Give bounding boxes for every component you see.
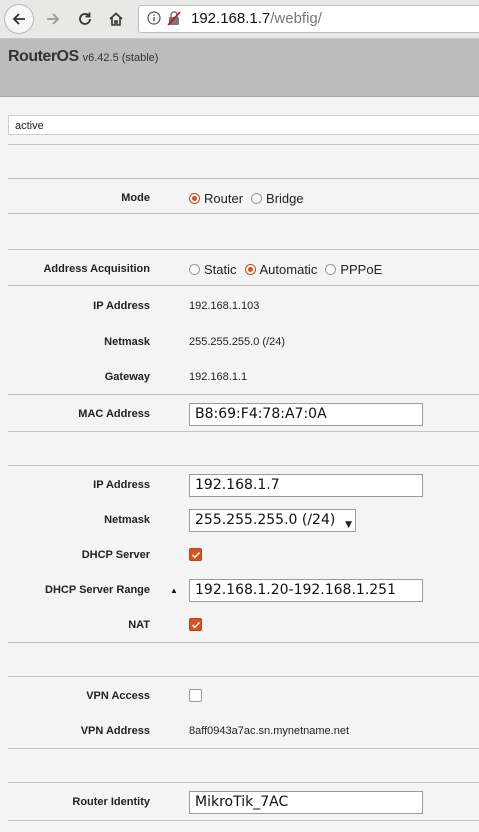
wan-gateway-label: Gateway <box>104 371 150 383</box>
lan-netmask-label: Netmask <box>104 514 150 526</box>
section-divider <box>8 431 479 432</box>
arrow-right-icon <box>47 13 60 25</box>
dhcp-range-input[interactable]: 192.168.1.20-192.168.1.251 <box>189 579 423 602</box>
back-button[interactable] <box>4 4 34 34</box>
acq-automatic-label[interactable]: Automatic <box>260 262 318 277</box>
lan-netmask-selected: 255.255.255.0 (/24) <box>195 512 336 528</box>
wan-ip-value: 192.168.1.103 <box>189 300 260 312</box>
mode-label: Mode <box>121 192 150 204</box>
collapse-triangle-icon[interactable]: ▲ <box>170 586 178 595</box>
insecure-lock-icon <box>167 11 181 26</box>
nat-checkbox[interactable] <box>189 618 202 631</box>
section-divider <box>8 465 479 466</box>
mac-address-label: MAC Address <box>78 408 150 420</box>
wan-netmask-label: Netmask <box>104 336 150 348</box>
mac-address-input[interactable]: B8:69:F4:78:A7:0A <box>189 403 423 426</box>
section-divider <box>8 676 479 677</box>
brand-name: RouterOS <box>8 48 79 65</box>
section-divider <box>8 394 479 395</box>
address-acquisition-label: Address Acquisition <box>43 263 150 275</box>
section-divider <box>8 782 479 783</box>
reload-icon <box>79 12 91 25</box>
section-divider <box>8 144 479 145</box>
dhcp-server-label: DHCP Server <box>81 549 150 561</box>
browser-toolbar: 192.168.1.7/webfig/ <box>0 0 479 39</box>
url-text: 192.168.1.7/webfig/ <box>191 10 322 27</box>
mode-router-radio[interactable] <box>189 193 200 204</box>
section-divider <box>8 820 479 821</box>
mode-bridge-label[interactable]: Bridge <box>266 191 304 206</box>
mode-router-label[interactable]: Router <box>204 191 243 206</box>
status-field: active <box>8 115 479 135</box>
address-bar[interactable]: 192.168.1.7/webfig/ <box>138 5 479 33</box>
dhcp-range-label: DHCP Server Range <box>45 584 150 596</box>
app-title: RouterOS v6.42.5 (stable) <box>8 48 158 66</box>
home-icon <box>109 12 123 26</box>
reload-button[interactable] <box>70 4 100 34</box>
forward-button[interactable] <box>38 4 68 34</box>
vpn-address-value: 8aff0943a7ac.sn.mynetname.net <box>189 725 350 737</box>
dhcp-server-checkbox[interactable] <box>189 548 202 561</box>
dropdown-arrow-icon: ▼ <box>345 520 352 530</box>
acq-static-radio[interactable] <box>189 264 200 275</box>
arrow-left-icon <box>12 13 25 25</box>
info-icon[interactable] <box>147 11 161 25</box>
section-divider <box>8 642 479 643</box>
section-divider <box>8 249 479 250</box>
wan-ip-label: IP Address <box>93 300 150 312</box>
lan-ip-label: IP Address <box>93 479 150 491</box>
acq-automatic-radio[interactable] <box>244 264 256 275</box>
section-divider <box>8 748 479 749</box>
acq-pppoe-label[interactable]: PPPoE <box>340 262 382 277</box>
address-acquisition-radio-group: Static Automatic PPPoE <box>189 262 390 277</box>
section-divider <box>8 285 479 286</box>
section-divider <box>8 213 479 214</box>
vpn-address-label: VPN Address <box>80 725 150 737</box>
lan-netmask-select[interactable]: 255.255.255.0 (/24) ▼ <box>189 509 356 532</box>
mode-radio-group: Router Bridge <box>189 191 312 206</box>
router-identity-label: Router Identity <box>72 796 150 808</box>
url-path: /webfig/ <box>270 10 322 27</box>
lan-ip-input[interactable]: 192.168.1.7 <box>189 474 423 497</box>
acq-pppoe-radio[interactable] <box>325 264 337 275</box>
nat-label: NAT <box>128 619 150 631</box>
acq-static-label[interactable]: Static <box>204 262 237 277</box>
routeros-header: RouterOS v6.42.5 (stable) <box>0 39 479 97</box>
wan-gateway-value: 192.168.1.1 <box>189 371 248 383</box>
checkmark-icon <box>191 551 201 559</box>
wan-netmask-value: 255.255.255.0 (/24) <box>189 336 286 348</box>
vpn-access-label: VPN Access <box>86 690 150 702</box>
url-host: 192.168.1.7 <box>191 10 271 27</box>
version-label: v6.42.5 (stable) <box>82 52 159 64</box>
mode-bridge-radio[interactable] <box>251 193 263 204</box>
home-button[interactable] <box>101 4 131 34</box>
checkmark-icon <box>191 621 201 629</box>
router-identity-input[interactable]: MikroTik_7AC <box>189 791 423 814</box>
section-divider <box>8 178 479 179</box>
vpn-access-checkbox[interactable] <box>189 689 202 702</box>
